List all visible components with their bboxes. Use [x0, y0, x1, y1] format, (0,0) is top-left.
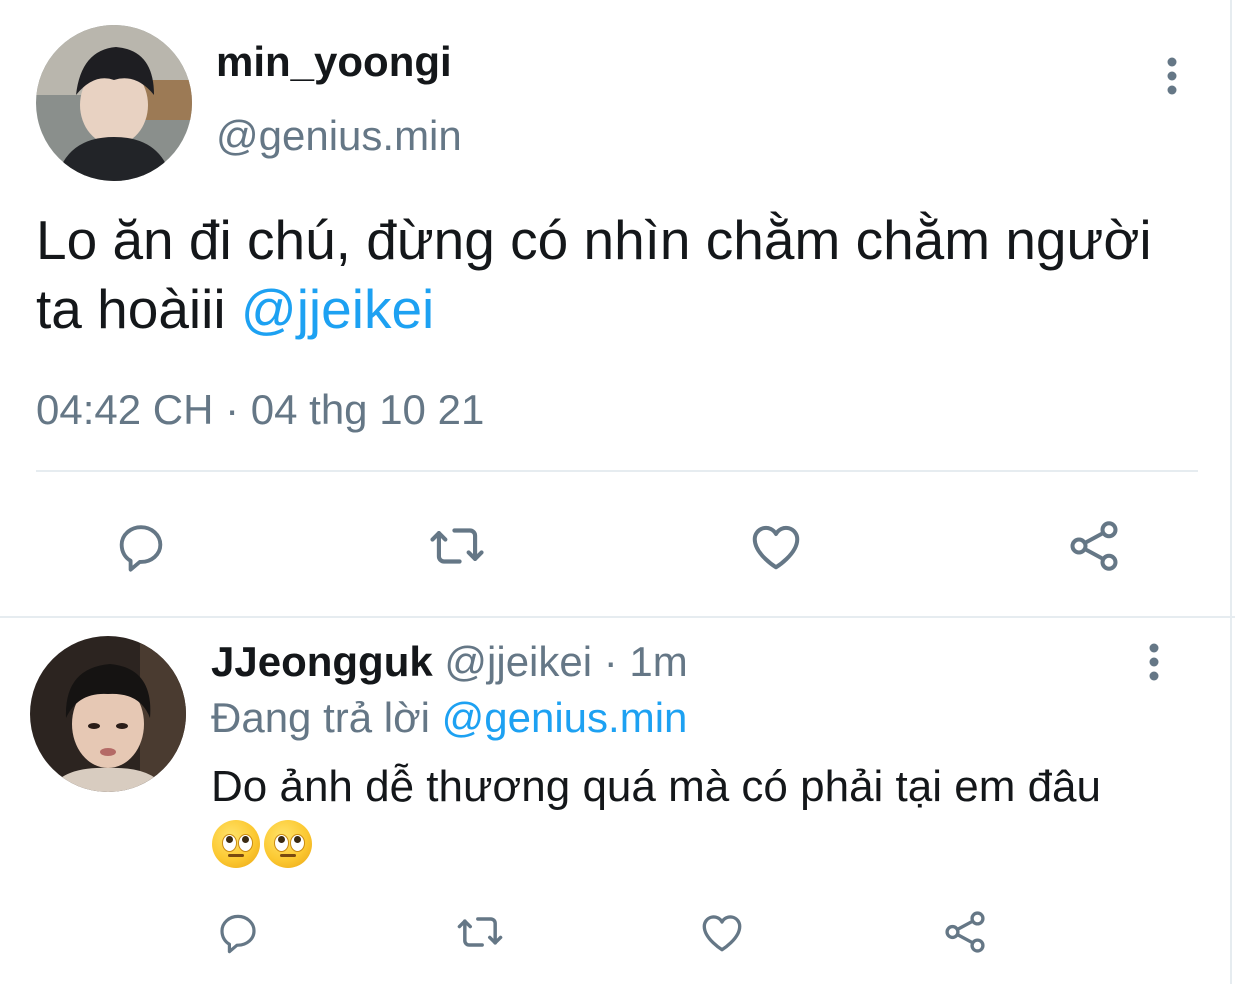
reply-header: JJeongguk @jjeikei · 1m: [211, 638, 688, 686]
replying-to-line: Đang trả lời @genius.min: [211, 694, 687, 742]
reply-icon[interactable]: [105, 510, 177, 582]
reply-more-options-icon[interactable]: [1134, 640, 1174, 684]
main-tweet-text: Lo ăn đi chú, đừng có nhìn chằm chằm ngư…: [36, 206, 1156, 344]
reply-icon[interactable]: [208, 902, 268, 962]
divider: [36, 470, 1198, 472]
replying-to-link[interactable]: @genius.min: [442, 694, 688, 741]
section-divider: [0, 616, 1235, 618]
main-handle[interactable]: @genius.min: [216, 112, 462, 160]
reply-tweet-text: Do ảnh dễ thương quá mà có phải tại em đ…: [211, 762, 1101, 811]
reply-display-name[interactable]: JJeongguk: [211, 638, 433, 685]
main-display-name[interactable]: min_yoongi: [216, 38, 452, 86]
mention-link[interactable]: @jjeikei: [241, 278, 434, 340]
avatar-jjeongguk[interactable]: [30, 636, 186, 792]
reply-handle-time[interactable]: @jjeikei · 1m: [444, 638, 687, 685]
main-timestamp[interactable]: 04:42 CH · 04 thg 10 21: [36, 386, 484, 434]
replying-prefix: Đang trả lời: [211, 694, 442, 741]
share-icon[interactable]: [935, 902, 995, 962]
retweet-icon[interactable]: [421, 510, 493, 582]
retweet-icon[interactable]: [450, 902, 510, 962]
avatar-min-yoongi[interactable]: [36, 25, 192, 181]
emoji-row: [212, 820, 316, 868]
rolling-eyes-emoji: [264, 820, 312, 868]
share-icon[interactable]: [1058, 510, 1130, 582]
more-options-icon[interactable]: [1152, 54, 1192, 98]
like-icon[interactable]: [692, 902, 752, 962]
right-edge-line: [1230, 0, 1232, 984]
like-icon[interactable]: [740, 510, 812, 582]
rolling-eyes-emoji: [212, 820, 260, 868]
main-tweet-body: Lo ăn đi chú, đừng có nhìn chằm chằm ngư…: [36, 209, 1152, 340]
